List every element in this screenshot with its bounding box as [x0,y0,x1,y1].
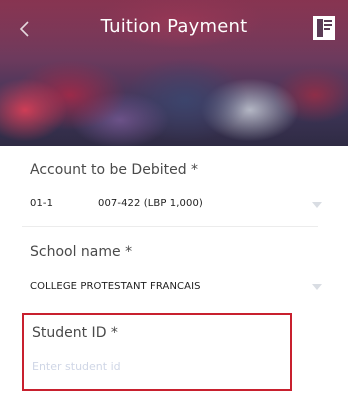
receipt-icon[interactable] [312,15,336,41]
chevron-down-icon [312,284,322,290]
header-banner: Tuition Payment [0,0,348,146]
student-id-field[interactable]: Student ID * [22,313,292,391]
account-select[interactable]: 01-1 007-422 (LBP 1,000) [22,190,326,218]
student-id-input[interactable] [32,357,252,375]
school-label: School name * [30,244,133,260]
school-select[interactable]: COLLEGE PROTESTANT FRANCAIS [22,274,326,300]
school-value: COLLEGE PROTESTANT FRANCAIS [30,281,201,292]
chevron-left-icon[interactable] [14,18,36,40]
divider [22,226,318,227]
page-title: Tuition Payment [100,16,248,37]
account-value: 007-422 (LBP 1,000) [98,198,203,209]
account-prefix: 01-1 [30,198,54,209]
student-id-label: Student ID * [32,325,118,341]
account-label: Account to be Debited * [30,162,199,178]
chevron-down-icon [312,202,322,208]
